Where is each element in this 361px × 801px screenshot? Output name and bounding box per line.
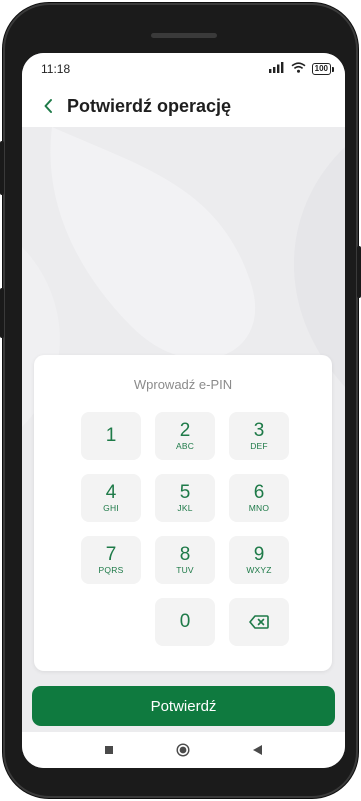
- key-letters: PQRS: [98, 565, 124, 575]
- key-digit: 4: [105, 482, 117, 503]
- key-8[interactable]: 8 TUV: [155, 536, 215, 584]
- signal-icon: [268, 62, 285, 76]
- key-digit: 8: [179, 544, 191, 565]
- key-digit: 1: [105, 425, 117, 446]
- back-nav-icon[interactable]: [243, 735, 273, 765]
- recent-apps-icon[interactable]: [94, 735, 124, 765]
- key-letters: JKL: [177, 503, 193, 513]
- volume-up-button: [0, 141, 4, 195]
- wifi-icon: [291, 62, 306, 76]
- key-digit: 2: [179, 420, 191, 441]
- earpiece-speaker: [151, 33, 217, 38]
- page-title: Potwierdź operację: [67, 95, 232, 116]
- key-0[interactable]: 0: [155, 598, 215, 646]
- key-letters: TUV: [176, 565, 194, 575]
- phone-frame: 11:18 100 Potwierdź operację Wprowadź e-…: [0, 3, 361, 798]
- app-screen: 11:18 100 Potwierdź operację Wprowadź e-…: [22, 53, 345, 768]
- key-9[interactable]: 9 WXYZ: [229, 536, 289, 584]
- key-2[interactable]: 2 ABC: [155, 412, 215, 460]
- key-7[interactable]: 7 PQRS: [81, 536, 141, 584]
- key-6[interactable]: 6 MNO: [229, 474, 289, 522]
- status-icons: 100: [268, 62, 335, 76]
- home-icon[interactable]: [168, 735, 198, 765]
- battery-icon: 100: [311, 63, 335, 75]
- key-digit: 5: [179, 482, 191, 503]
- key-digit: 0: [179, 611, 191, 632]
- key-letters: GHI: [103, 503, 119, 513]
- key-5[interactable]: 5 JKL: [155, 474, 215, 522]
- key-digit: 7: [105, 544, 117, 565]
- pin-pad-card: Wprowadź e-PIN 1 2 ABC 3 DEF 4 GHI 5 JKL: [34, 355, 332, 671]
- key-digit: 6: [253, 482, 265, 503]
- backspace-key[interactable]: [229, 598, 289, 646]
- key-letters: MNO: [248, 503, 270, 513]
- power-button: [357, 246, 361, 298]
- system-navigation-bar: [22, 732, 345, 768]
- app-header: Potwierdź operację: [22, 85, 345, 127]
- backspace-icon: [249, 615, 269, 629]
- key-digit: 9: [253, 544, 265, 565]
- volume-down-button: [0, 288, 4, 338]
- key-digit: 3: [253, 420, 265, 441]
- status-time: 11:18: [41, 62, 71, 76]
- key-4[interactable]: 4 GHI: [81, 474, 141, 522]
- pin-prompt-label: Wprowadź e-PIN: [133, 377, 233, 392]
- key-letters: DEF: [250, 441, 268, 451]
- key-1[interactable]: 1: [81, 412, 141, 460]
- status-bar: 11:18 100: [22, 53, 345, 85]
- key-letters: WXYZ: [246, 565, 272, 575]
- key-letters: ABC: [175, 441, 195, 451]
- back-arrow-icon[interactable]: [33, 91, 63, 121]
- confirm-button[interactable]: Potwierdź: [32, 686, 335, 726]
- key-3[interactable]: 3 DEF: [229, 412, 289, 460]
